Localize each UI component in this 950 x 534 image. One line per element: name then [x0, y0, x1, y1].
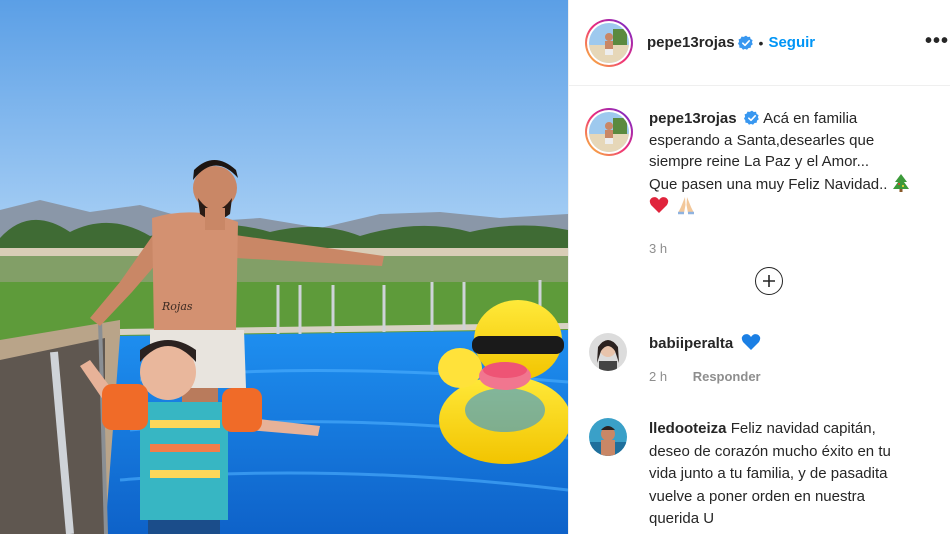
caption-text: pepe13rojas Acá en familia esperando a S…	[649, 108, 929, 219]
folded-hands-icon	[678, 197, 695, 215]
avatar-photo-icon	[589, 418, 627, 456]
caption-line-2: esperando a Santa,desearles que	[649, 131, 875, 149]
post-timestamp: 3 h	[649, 241, 668, 256]
post-caption: pepe13rojas Acá en familia esperando a S…	[585, 108, 945, 219]
comment-line-1: Feliz navidad capitán,	[730, 420, 876, 437]
commenter-avatar[interactable]	[589, 333, 627, 371]
comment-meta: 2 h Responder	[649, 366, 949, 389]
comment-line-3: vida junto a tu familia, y de pasadita	[649, 465, 888, 482]
verified-badge-icon	[743, 110, 759, 125]
post-header: pepe13rojas • Seguir •••	[569, 0, 950, 86]
comment-line-4: vuelve a poner orden en nuestra	[649, 487, 865, 505]
commenter-avatar[interactable]	[589, 418, 627, 456]
reply-button[interactable]: Responder	[693, 369, 761, 384]
commenter-username[interactable]: lledooteiza	[649, 420, 727, 437]
comment-line-2: deseo de corazón mucho éxito en tu	[649, 442, 891, 460]
caption-line-3: siempre reine La Paz y el Amor...	[649, 153, 870, 170]
load-more-comments-icon[interactable]	[755, 267, 783, 295]
avatar-photo-icon	[589, 22, 629, 63]
blue-heart-icon	[742, 334, 761, 350]
caption-username[interactable]: pepe13rojas	[649, 110, 737, 127]
christmas-tree-icon	[892, 173, 909, 192]
post-side-panel: pepe13rojas • Seguir ••• pepe13rojas Acá…	[568, 0, 950, 534]
comment-text: lledooteiza Feliz navidad capitán, deseo…	[649, 418, 949, 531]
verified-badge-icon	[737, 35, 753, 50]
author-avatar[interactable]	[585, 18, 633, 67]
author-username[interactable]: pepe13rojas	[647, 34, 735, 51]
comment-time: 2 h	[649, 368, 668, 384]
caption-line-4: Que pasen una muy Feliz Navidad..	[649, 175, 888, 193]
comment-line-5: querida U	[649, 510, 715, 527]
avatar-photo-icon	[589, 112, 629, 152]
post-photo[interactable]: Rojas	[0, 0, 568, 534]
red-heart-icon	[649, 197, 669, 213]
arm-tattoo-text: Rojas	[161, 300, 193, 313]
caption-line-1: Acá en familia	[763, 110, 858, 127]
commenter-username[interactable]: babiiperalta	[649, 335, 733, 352]
comment-item: lledooteiza Feliz navidad capitán, deseo…	[589, 418, 949, 531]
comment-item: babiiperalta 2 h Responder	[589, 333, 949, 388]
follow-button[interactable]: Seguir	[768, 34, 815, 51]
pool-family-photo: Rojas	[0, 0, 568, 534]
caption-author-avatar[interactable]	[585, 108, 633, 156]
separator-dot: •	[758, 34, 764, 51]
more-options-icon[interactable]: •••	[925, 30, 949, 53]
avatar-photo-icon	[589, 333, 627, 371]
